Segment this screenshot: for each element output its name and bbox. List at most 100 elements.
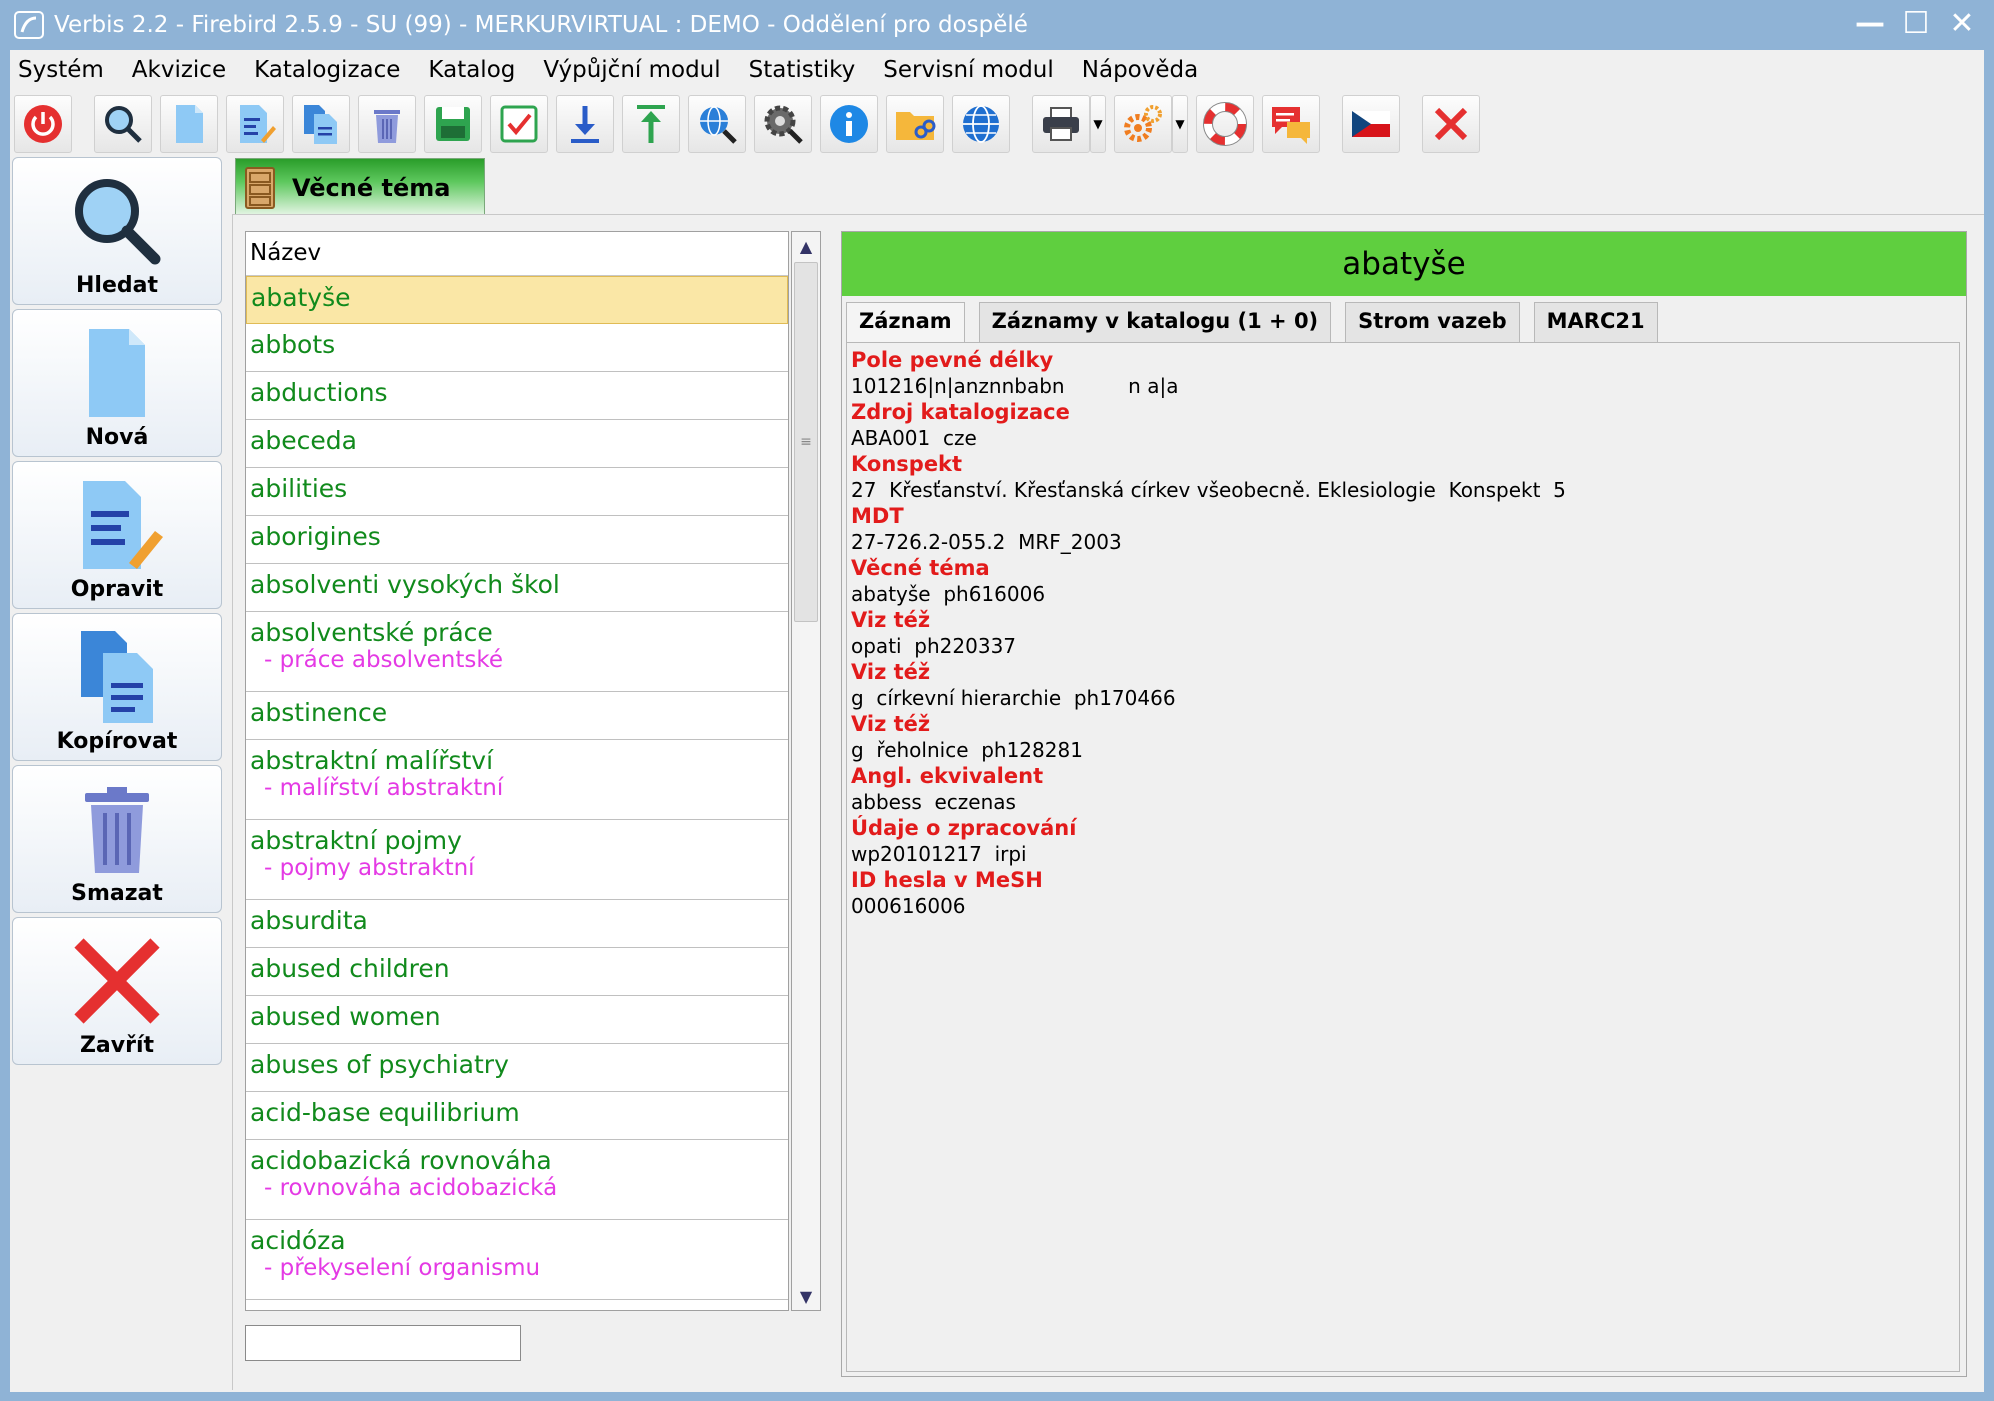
- copy-button-label: Kopírovat: [56, 729, 178, 754]
- toolbar: ▼ ▼: [10, 90, 1984, 158]
- field-value: 27 Křesťanství. Křesťanská církev všeobe…: [851, 478, 1566, 502]
- scroll-up-icon[interactable]: ▲: [792, 232, 820, 260]
- gear-search-icon: [764, 105, 803, 144]
- toolbar-edit-button[interactable]: [226, 95, 284, 153]
- window-title: Verbis 2.2 - Firebird 2.5.9 - SU (99) - …: [54, 12, 1028, 38]
- toolbar-gears-button[interactable]: [1114, 95, 1172, 153]
- copy-doc-icon: [304, 105, 337, 144]
- maximize-icon[interactable]: ☐: [1902, 6, 1930, 41]
- list-item[interactable]: acidobazická rovnováha - rovnováha acidob…: [246, 1140, 788, 1220]
- field-value: wp20101217 irpi: [851, 842, 1027, 866]
- toolbar-save-button[interactable]: [424, 95, 482, 153]
- list-column-header[interactable]: Název: [246, 232, 788, 276]
- list-item[interactable]: abstinence: [246, 692, 788, 740]
- list-item[interactable]: absolventi vysokých škol: [246, 564, 788, 612]
- close-icon: [1434, 107, 1468, 141]
- toolbar-globe-search-button[interactable]: [688, 95, 746, 153]
- cabinet-icon: [245, 166, 275, 209]
- close-icon: [74, 938, 160, 1024]
- lifebuoy-icon: [1203, 102, 1247, 146]
- scroll-thumb[interactable]: ≡: [794, 262, 818, 622]
- tab-zaznamy-v-katalogu[interactable]: Záznamy v katalogu (1 + 0): [978, 302, 1332, 342]
- field-label: Angl. ekvivalent: [851, 764, 1044, 788]
- list-item[interactable]: acid-base equilibrium: [246, 1092, 788, 1140]
- toolbar-help-button[interactable]: [1196, 95, 1254, 153]
- menu-katalog[interactable]: Katalog: [428, 57, 515, 83]
- tab-marc21[interactable]: MARC21: [1533, 302, 1658, 342]
- czech-flag-icon: [1352, 111, 1390, 137]
- menu-servisni-modul[interactable]: Servisní modul: [883, 57, 1054, 83]
- edit-button-label: Opravit: [70, 577, 164, 602]
- tab-vecne-tema-label: Věcné téma: [292, 173, 451, 202]
- menu-katalogizace[interactable]: Katalogizace: [254, 57, 400, 83]
- toolbar-download-button[interactable]: [556, 95, 614, 153]
- toolbar-language-button[interactable]: [1342, 95, 1400, 153]
- edit-doc-icon: [83, 481, 163, 569]
- toolbar-upload-button[interactable]: [622, 95, 680, 153]
- toolbar-close-button[interactable]: [1422, 95, 1480, 153]
- toolbar-new-button[interactable]: [160, 95, 218, 153]
- search-button[interactable]: Hledat: [12, 157, 222, 305]
- tab-zaznam[interactable]: Záznam: [846, 302, 965, 342]
- menu-statistiky[interactable]: Statistiky: [749, 57, 856, 83]
- list-item[interactable]: abilities: [246, 468, 788, 516]
- edit-button[interactable]: Opravit: [12, 461, 222, 609]
- list-item[interactable]: abductions: [246, 372, 788, 420]
- toolbar-copy-button[interactable]: [292, 95, 350, 153]
- list-item[interactable]: acidóza - překyselení organismu: [246, 1220, 788, 1300]
- menu-napoveda[interactable]: Nápověda: [1082, 57, 1198, 83]
- close-button[interactable]: Zavřít: [12, 917, 222, 1065]
- gears-dropdown-arrow[interactable]: ▼: [1172, 95, 1188, 153]
- print-dropdown-arrow[interactable]: ▼: [1090, 95, 1106, 153]
- field-label: ID hesla v MeSH: [851, 868, 1043, 892]
- list-item[interactable]: absurdita: [246, 900, 788, 948]
- close-window-icon[interactable]: ✕: [1948, 6, 1976, 41]
- check-icon: [500, 105, 538, 143]
- quick-search-input[interactable]: [245, 1325, 521, 1361]
- close-button-label: Zavřít: [79, 1033, 155, 1058]
- tab-vecne-tema[interactable]: Věcné téma: [235, 158, 485, 216]
- toolbar-delete-button[interactable]: [358, 95, 416, 153]
- list-item[interactable]: aborigines: [246, 516, 788, 564]
- toolbar-check-button[interactable]: [490, 95, 548, 153]
- field-label: Viz též: [851, 608, 931, 632]
- toolbar-settings-search-button[interactable]: [754, 95, 812, 153]
- field-value: abatyše ph616006: [851, 582, 1046, 606]
- list-item[interactable]: abused children: [246, 948, 788, 996]
- list-scrollbar[interactable]: ▲ ≡ ▼: [791, 231, 821, 1311]
- list-item[interactable]: abbots: [246, 324, 788, 372]
- list-item[interactable]: abstraktní malířství - malířství abstrakt…: [246, 740, 788, 820]
- scroll-down-icon[interactable]: ▼: [792, 1282, 820, 1310]
- toolbar-print-button[interactable]: [1032, 95, 1090, 153]
- list-item[interactable]: abstraktní pojmy - pojmy abstraktní: [246, 820, 788, 900]
- window-controls: — ☐ ✕: [1855, 6, 1976, 41]
- field-value: ABA001 cze: [851, 426, 977, 450]
- field-value: g řeholnice ph128281: [851, 738, 1083, 762]
- new-button[interactable]: Nová: [12, 309, 222, 457]
- toolbar-power-button[interactable]: [14, 95, 72, 153]
- side-button-panel: Hledat Nová Opravit Kopírovat Smazat Zav…: [12, 157, 224, 1069]
- list-item[interactable]: abused women: [246, 996, 788, 1044]
- field-label: Viz též: [851, 712, 931, 736]
- toolbar-globe-button[interactable]: [952, 95, 1010, 153]
- toolbar-folder-link-button[interactable]: [886, 95, 944, 153]
- menu-akvizice[interactable]: Akvizice: [132, 57, 226, 83]
- list-item[interactable]: absolventské práce - práce absolventské: [246, 612, 788, 692]
- toolbar-info-button[interactable]: [820, 95, 878, 153]
- tab-strom-vazeb[interactable]: Strom vazeb: [1345, 302, 1520, 342]
- copy-button[interactable]: Kopírovat: [12, 613, 222, 761]
- field-label: Pole pevné délky: [851, 348, 1054, 372]
- menu-vypujcni-modul[interactable]: Výpůjční modul: [543, 57, 720, 83]
- list-item[interactable]: abatyše: [246, 276, 788, 324]
- toolbar-chat-button[interactable]: [1262, 95, 1320, 153]
- minimize-icon[interactable]: —: [1855, 6, 1885, 41]
- toolbar-search-button[interactable]: [94, 95, 152, 153]
- menu-system[interactable]: Systém: [18, 57, 104, 83]
- list-item[interactable]: abeceda: [246, 420, 788, 468]
- list-item[interactable]: abuses of psychiatry: [246, 1044, 788, 1092]
- trash-icon: [85, 787, 149, 873]
- gears-icon: [1124, 105, 1162, 142]
- delete-button[interactable]: Smazat: [12, 765, 222, 913]
- search-button-label: Hledat: [76, 273, 158, 298]
- edit-doc-icon: [240, 105, 276, 143]
